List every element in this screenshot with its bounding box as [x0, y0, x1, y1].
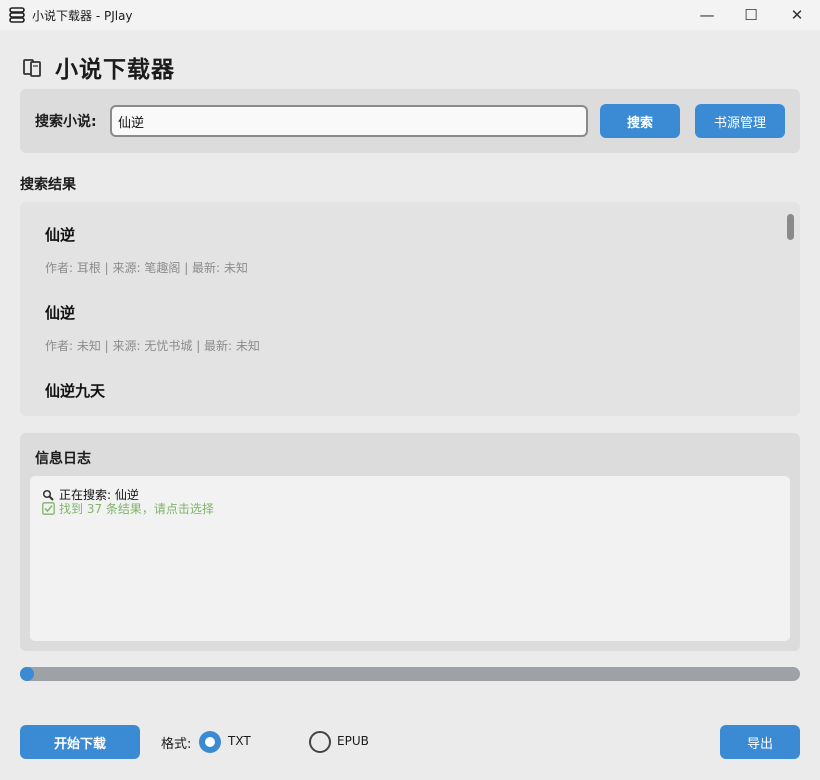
- results-scrollbar[interactable]: [787, 214, 794, 240]
- result-meta: 作者: 耳根 | 来源: 笔趣阁 | 最新: 未知: [45, 261, 248, 275]
- search-button[interactable]: 搜索: [600, 104, 680, 138]
- minimize-icon: —: [699, 6, 715, 24]
- maximize-button[interactable]: ☐: [728, 0, 774, 30]
- radio-epub-label[interactable]: EPUB: [337, 734, 369, 748]
- result-item[interactable]: 仙逆九天: [45, 380, 105, 401]
- radio-txt-label[interactable]: TXT: [228, 734, 251, 748]
- result-title: 仙逆: [45, 304, 76, 322]
- result-title: 仙逆九天: [45, 382, 106, 400]
- minimize-button[interactable]: —: [684, 0, 730, 30]
- format-label: 格式:: [161, 737, 192, 752]
- window-title: 小说下载器 - PJlay: [32, 9, 133, 23]
- result-meta: 作者: 未知 | 来源: 无忧书城 | 最新: 未知: [45, 339, 260, 353]
- source-manage-button[interactable]: 书源管理: [695, 104, 785, 138]
- result-item[interactable]: 仙逆 作者: 未知 | 来源: 无忧书城 | 最新: 未知: [45, 302, 260, 354]
- app-logo-icon: [9, 7, 25, 23]
- page-title: 小说下载器: [55, 57, 175, 83]
- maximize-icon: ☐: [744, 6, 758, 24]
- log-title: 信息日志: [35, 451, 91, 467]
- start-download-button[interactable]: 开始下载: [20, 725, 140, 759]
- title-bar: 小说下载器 - PJlay — ☐ ✕: [0, 0, 820, 30]
- results-title: 搜索结果: [20, 177, 76, 193]
- radio-txt[interactable]: [199, 731, 221, 753]
- close-icon: ✕: [790, 6, 804, 24]
- close-button[interactable]: ✕: [774, 0, 820, 30]
- result-title: 仙逆: [45, 226, 76, 244]
- log-text: 找到 37 条结果，请点击选择: [59, 502, 214, 516]
- result-item[interactable]: 仙逆 作者: 耳根 | 来源: 笔趣阁 | 最新: 未知: [45, 224, 248, 276]
- log-line: 找到 37 条结果，请点击选择: [41, 500, 214, 517]
- checkmark-icon: [41, 502, 55, 516]
- progress-fill: [20, 667, 34, 681]
- search-label: 搜索小说:: [35, 114, 97, 130]
- results-list[interactable]: 仙逆 作者: 耳根 | 来源: 笔趣阁 | 最新: 未知 仙逆 作者: 未知 |…: [20, 202, 800, 416]
- books-icon: [23, 59, 41, 77]
- search-input[interactable]: [110, 105, 588, 137]
- progress-bar: [20, 667, 800, 681]
- export-button[interactable]: 导出: [720, 725, 800, 759]
- radio-epub[interactable]: [309, 731, 331, 753]
